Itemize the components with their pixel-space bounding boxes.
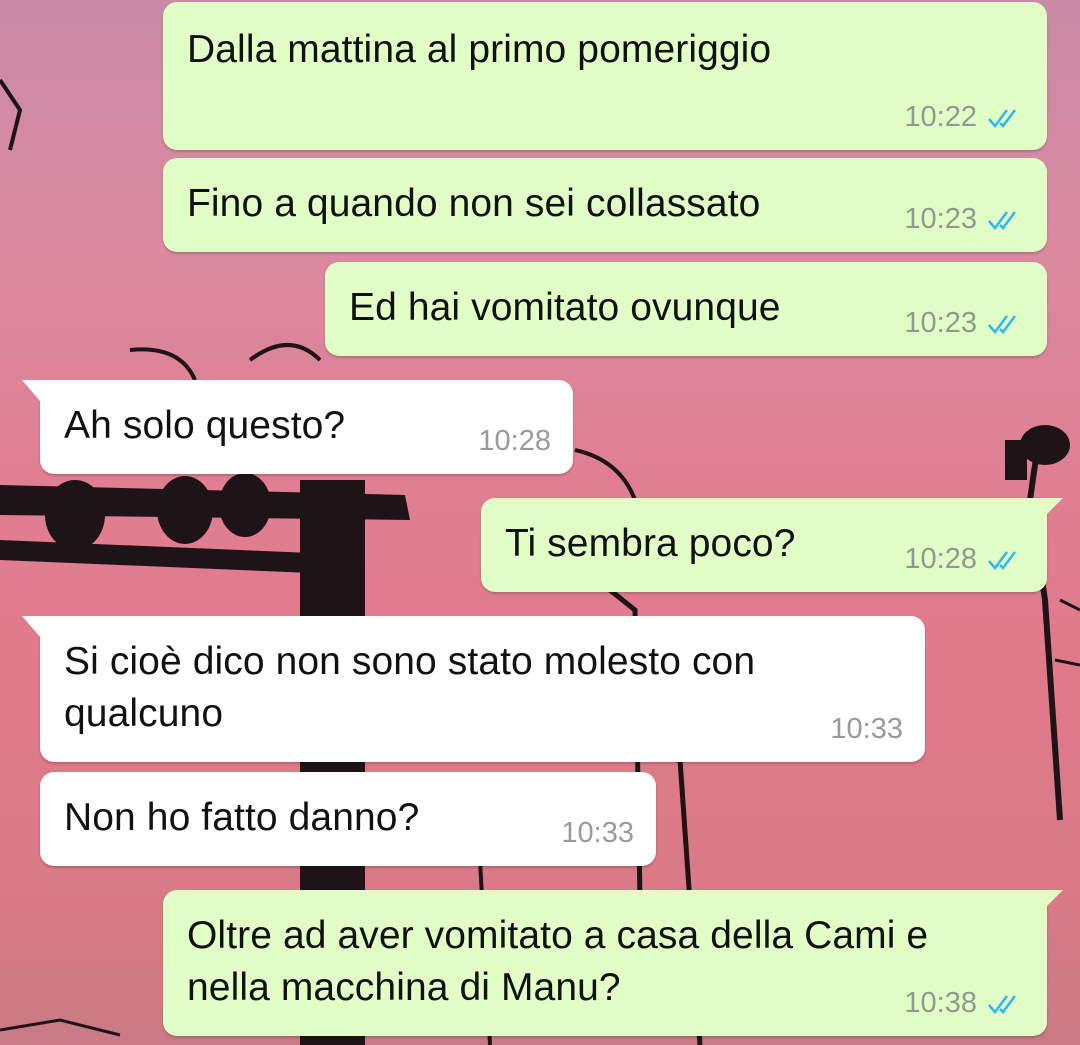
message-time: 10:28	[478, 425, 551, 457]
read-double-check-icon	[988, 108, 1017, 128]
message-text: Ah solo questo?	[64, 404, 346, 447]
message-time: 10:38	[904, 987, 977, 1019]
message-time: 10:33	[561, 817, 634, 849]
read-double-check-icon	[988, 210, 1017, 230]
message-time: 10:23	[904, 203, 977, 235]
message-text: Fino a quando non sei collassato	[187, 182, 761, 225]
message-bubble-incoming[interactable]: Si cioè dico non sono stato molesto con …	[22, 616, 925, 762]
read-double-check-icon	[988, 314, 1017, 334]
read-double-check-icon	[988, 994, 1017, 1014]
message-bubble-outgoing[interactable]: Ti sembra poco? 10:28	[481, 498, 1063, 592]
bubble-tail	[1041, 890, 1063, 912]
message-text: Ti sembra poco?	[505, 522, 796, 565]
message-bubble-outgoing[interactable]: Dalla mattina al primo pomeriggio 10:22	[163, 2, 1047, 150]
message-text: Dalla mattina al primo pomeriggio	[187, 28, 772, 71]
bubble-tail	[22, 616, 46, 644]
message-time: 10:33	[830, 713, 903, 745]
message-text: Oltre ad aver vomitato a casa della Cami…	[187, 914, 929, 1009]
message-text: Si cioè dico non sono stato molesto con …	[64, 640, 756, 735]
message-time: 10:23	[904, 307, 977, 339]
message-text: Non ho fatto danno?	[64, 796, 420, 839]
message-bubble-incoming[interactable]: Ah solo questo? 10:28	[22, 380, 573, 474]
message-bubble-outgoing[interactable]: Oltre ad aver vomitato a casa della Cami…	[163, 890, 1063, 1036]
bubble-tail	[1041, 498, 1063, 520]
message-bubble-outgoing[interactable]: Ed hai vomitato ovunque 10:23	[325, 262, 1047, 356]
read-double-check-icon	[988, 550, 1017, 570]
bubble-tail	[22, 380, 46, 408]
message-text: Ed hai vomitato ovunque	[349, 286, 781, 329]
message-time: 10:22	[904, 101, 977, 133]
message-time: 10:28	[904, 543, 977, 575]
message-bubble-incoming[interactable]: Non ho fatto danno? 10:33	[40, 772, 656, 866]
message-bubble-outgoing[interactable]: Fino a quando non sei collassato 10:23	[163, 158, 1047, 252]
